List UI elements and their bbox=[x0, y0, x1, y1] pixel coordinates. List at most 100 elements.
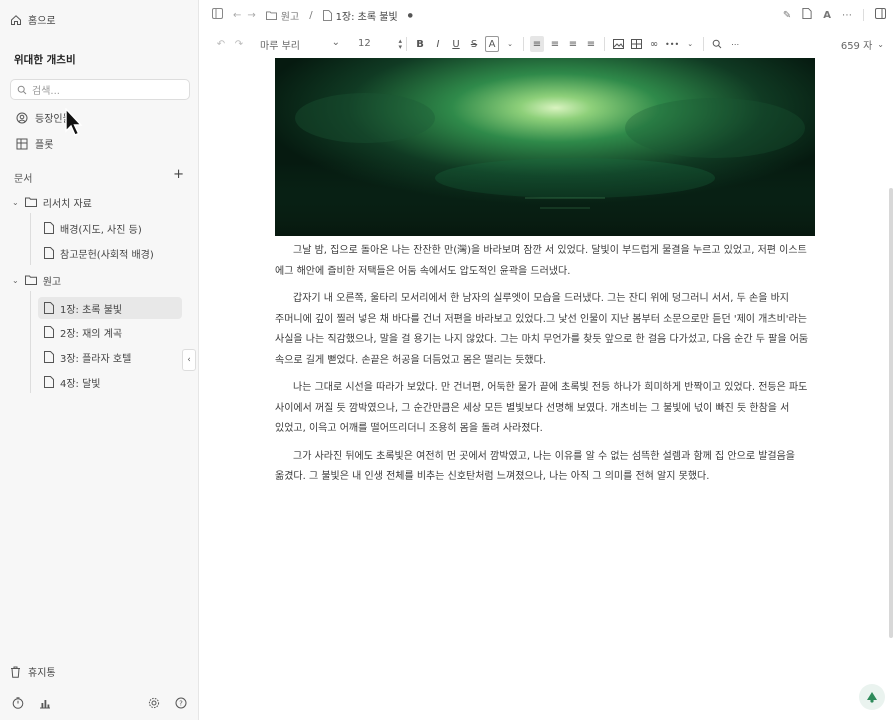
paragraph: 나는 그대로 시선을 따라가 보았다. 만 건너편, 어둑한 물가 끝에 초록빛… bbox=[275, 382, 808, 434]
assistant-button[interactable] bbox=[859, 684, 885, 710]
help-button[interactable]: ? bbox=[175, 697, 187, 712]
word-count[interactable]: 659 자 ⌄ bbox=[841, 37, 884, 52]
trash-icon bbox=[11, 666, 20, 678]
search-icon bbox=[17, 85, 27, 94]
timer-icon bbox=[12, 697, 24, 709]
document-label: 1장: 초록 불빛 bbox=[60, 304, 123, 316]
overflow-menu-icon[interactable]: ⋯ bbox=[728, 36, 742, 52]
gear-icon bbox=[148, 697, 160, 709]
chevron-down-icon[interactable]: ⌄ bbox=[683, 36, 697, 52]
breadcrumb-separator: / bbox=[309, 9, 313, 21]
pin-icon[interactable]: ✎ bbox=[783, 10, 791, 21]
chevron-down-icon: ⌄ bbox=[331, 36, 340, 48]
collapse-sidebar-button[interactable]: ‹ bbox=[182, 349, 196, 371]
document-info-icon[interactable] bbox=[802, 8, 812, 22]
more-icon[interactable]: ⋯ bbox=[842, 10, 852, 21]
trash-label: 휴지통 bbox=[28, 668, 56, 679]
bold-button[interactable]: B bbox=[413, 36, 427, 52]
stepper-icon: ▴ ▾ bbox=[398, 37, 402, 51]
folder-icon bbox=[265, 10, 277, 20]
document-icon bbox=[322, 9, 332, 21]
table-icon[interactable] bbox=[629, 36, 643, 52]
trash-link[interactable]: 휴지통 bbox=[10, 664, 56, 679]
folder-label: 원고 bbox=[42, 276, 62, 288]
more-options-button[interactable]: ••• bbox=[665, 36, 679, 52]
document-item[interactable]: 2장: 재의 계곡 bbox=[44, 321, 122, 343]
chevron-down-icon: ⌄ bbox=[877, 39, 884, 49]
stats-button[interactable] bbox=[39, 697, 51, 712]
align-right-icon[interactable]: ≡ bbox=[566, 36, 580, 52]
unsaved-indicator: ● bbox=[407, 11, 413, 19]
image-icon[interactable] bbox=[611, 36, 625, 52]
document-label: 2장: 재의 계곡 bbox=[60, 328, 123, 340]
document-item-active[interactable]: 1장: 초록 불빛 bbox=[38, 297, 182, 319]
font-family-value: 마루 부리 bbox=[260, 40, 300, 52]
document-item[interactable]: 4장: 달빛 bbox=[44, 371, 101, 393]
search-input[interactable]: 검색... bbox=[10, 79, 190, 100]
breadcrumb: 원고 / 1장: 초록 불빛 ● bbox=[265, 8, 413, 23]
align-center-icon[interactable]: ≡ bbox=[548, 36, 562, 52]
back-arrow-icon[interactable]: ← bbox=[233, 10, 241, 21]
home-label: 홈으로 bbox=[28, 16, 56, 27]
home-icon bbox=[11, 14, 21, 25]
paragraph: 갑자기 내 오른쪽, 울타리 모서리에서 한 남자의 실루엣이 모습을 드러냈다… bbox=[275, 293, 809, 366]
search-placeholder: 검색... bbox=[32, 86, 60, 97]
document-label: 4장: 달빛 bbox=[60, 378, 101, 390]
chevron-down-icon: ⌄ bbox=[12, 275, 19, 285]
document-icon bbox=[44, 351, 54, 363]
document-item[interactable]: 참고문헌(사회적 배경) bbox=[44, 242, 154, 264]
forward-arrow-icon[interactable]: → bbox=[247, 10, 255, 21]
document-item[interactable]: 배경(지도, 사진 등) bbox=[44, 217, 142, 239]
undo-icon[interactable]: ↶ bbox=[214, 36, 228, 52]
sidebar: 홈으로 위대한 개츠비 검색... 등장인물 플롯 문서 + ⌄ 리서치 자료 … bbox=[0, 0, 199, 720]
font-style-icon[interactable]: A bbox=[823, 10, 831, 21]
chevron-down-icon[interactable]: ⌄ bbox=[503, 36, 517, 52]
breadcrumb-root[interactable]: 원고 bbox=[281, 8, 299, 23]
strikethrough-button[interactable]: S bbox=[467, 36, 481, 52]
folder-label: 리서치 자료 bbox=[42, 198, 92, 210]
top-bar: ← → 원고 / 1장: 초록 불빛 ● ✎ A ⋯ bbox=[200, 0, 896, 30]
document-label: 참고문헌(사회적 배경) bbox=[60, 249, 154, 261]
timer-button[interactable] bbox=[12, 697, 24, 712]
text-color-button[interactable]: A bbox=[485, 36, 499, 52]
paragraph: 그가 사라진 뒤에도 초록빛은 여전히 먼 곳에서 깜박였고, 나는 이유를 알… bbox=[275, 450, 795, 483]
add-document-button[interactable]: + bbox=[173, 168, 184, 185]
font-size-value: 12 bbox=[358, 38, 371, 49]
workspace-title: 위대한 개츠비 bbox=[14, 54, 76, 66]
underline-button[interactable]: U bbox=[449, 36, 463, 52]
documents-section-header: 문서 + bbox=[14, 168, 184, 185]
search-icon[interactable] bbox=[710, 36, 724, 52]
formatting-toolbar: ↶ ↷ 마루 부리 ⌄ 12 ▴ ▾ B I U S A ⌄ ≡ ≡ ≡ ≡ ∞ … bbox=[200, 30, 896, 58]
hero-image bbox=[275, 58, 815, 236]
document-icon bbox=[44, 247, 54, 259]
document-label: 3장: 플라자 호텔 bbox=[60, 353, 132, 365]
document-icon bbox=[44, 326, 54, 338]
link-icon[interactable]: ∞ bbox=[647, 36, 661, 52]
home-link[interactable]: 홈으로 bbox=[10, 12, 56, 27]
redo-icon[interactable]: ↷ bbox=[232, 36, 246, 52]
panel-toggle-icon[interactable] bbox=[875, 8, 886, 22]
svg-text:?: ? bbox=[179, 700, 183, 708]
chevron-left-icon: ‹ bbox=[187, 355, 191, 365]
document-icon bbox=[44, 222, 54, 234]
sidebar-toggle-icon[interactable] bbox=[212, 8, 223, 22]
align-justify-icon[interactable]: ≡ bbox=[584, 36, 598, 52]
font-size-stepper[interactable]: 12 ▴ ▾ bbox=[358, 37, 402, 51]
sidebar-item-label: 플롯 bbox=[35, 140, 54, 151]
italic-button[interactable]: I bbox=[431, 36, 445, 52]
align-left-icon[interactable]: ≡ bbox=[530, 36, 544, 52]
font-family-select[interactable]: 마루 부리 ⌄ bbox=[260, 37, 340, 52]
help-icon: ? bbox=[175, 697, 187, 709]
scrollbar[interactable] bbox=[889, 188, 893, 638]
settings-button[interactable] bbox=[148, 697, 160, 712]
document-icon bbox=[44, 376, 54, 388]
document-body[interactable]: 그날 밤, 집으로 돌아온 나는 잔잔한 만(灣)을 바라보며 잠깐 서 있었다… bbox=[275, 58, 815, 488]
document-item[interactable]: 3장: 플라자 호텔 bbox=[44, 346, 131, 368]
assistant-icon bbox=[867, 692, 877, 703]
folder-manuscript[interactable]: ⌄ 원고 bbox=[12, 269, 61, 291]
document-icon bbox=[44, 302, 54, 314]
board-icon bbox=[16, 138, 28, 149]
folder-research[interactable]: ⌄ 리서치 자료 bbox=[12, 191, 92, 213]
chart-icon bbox=[40, 700, 50, 709]
sidebar-item-board[interactable]: 플롯 bbox=[16, 136, 53, 151]
